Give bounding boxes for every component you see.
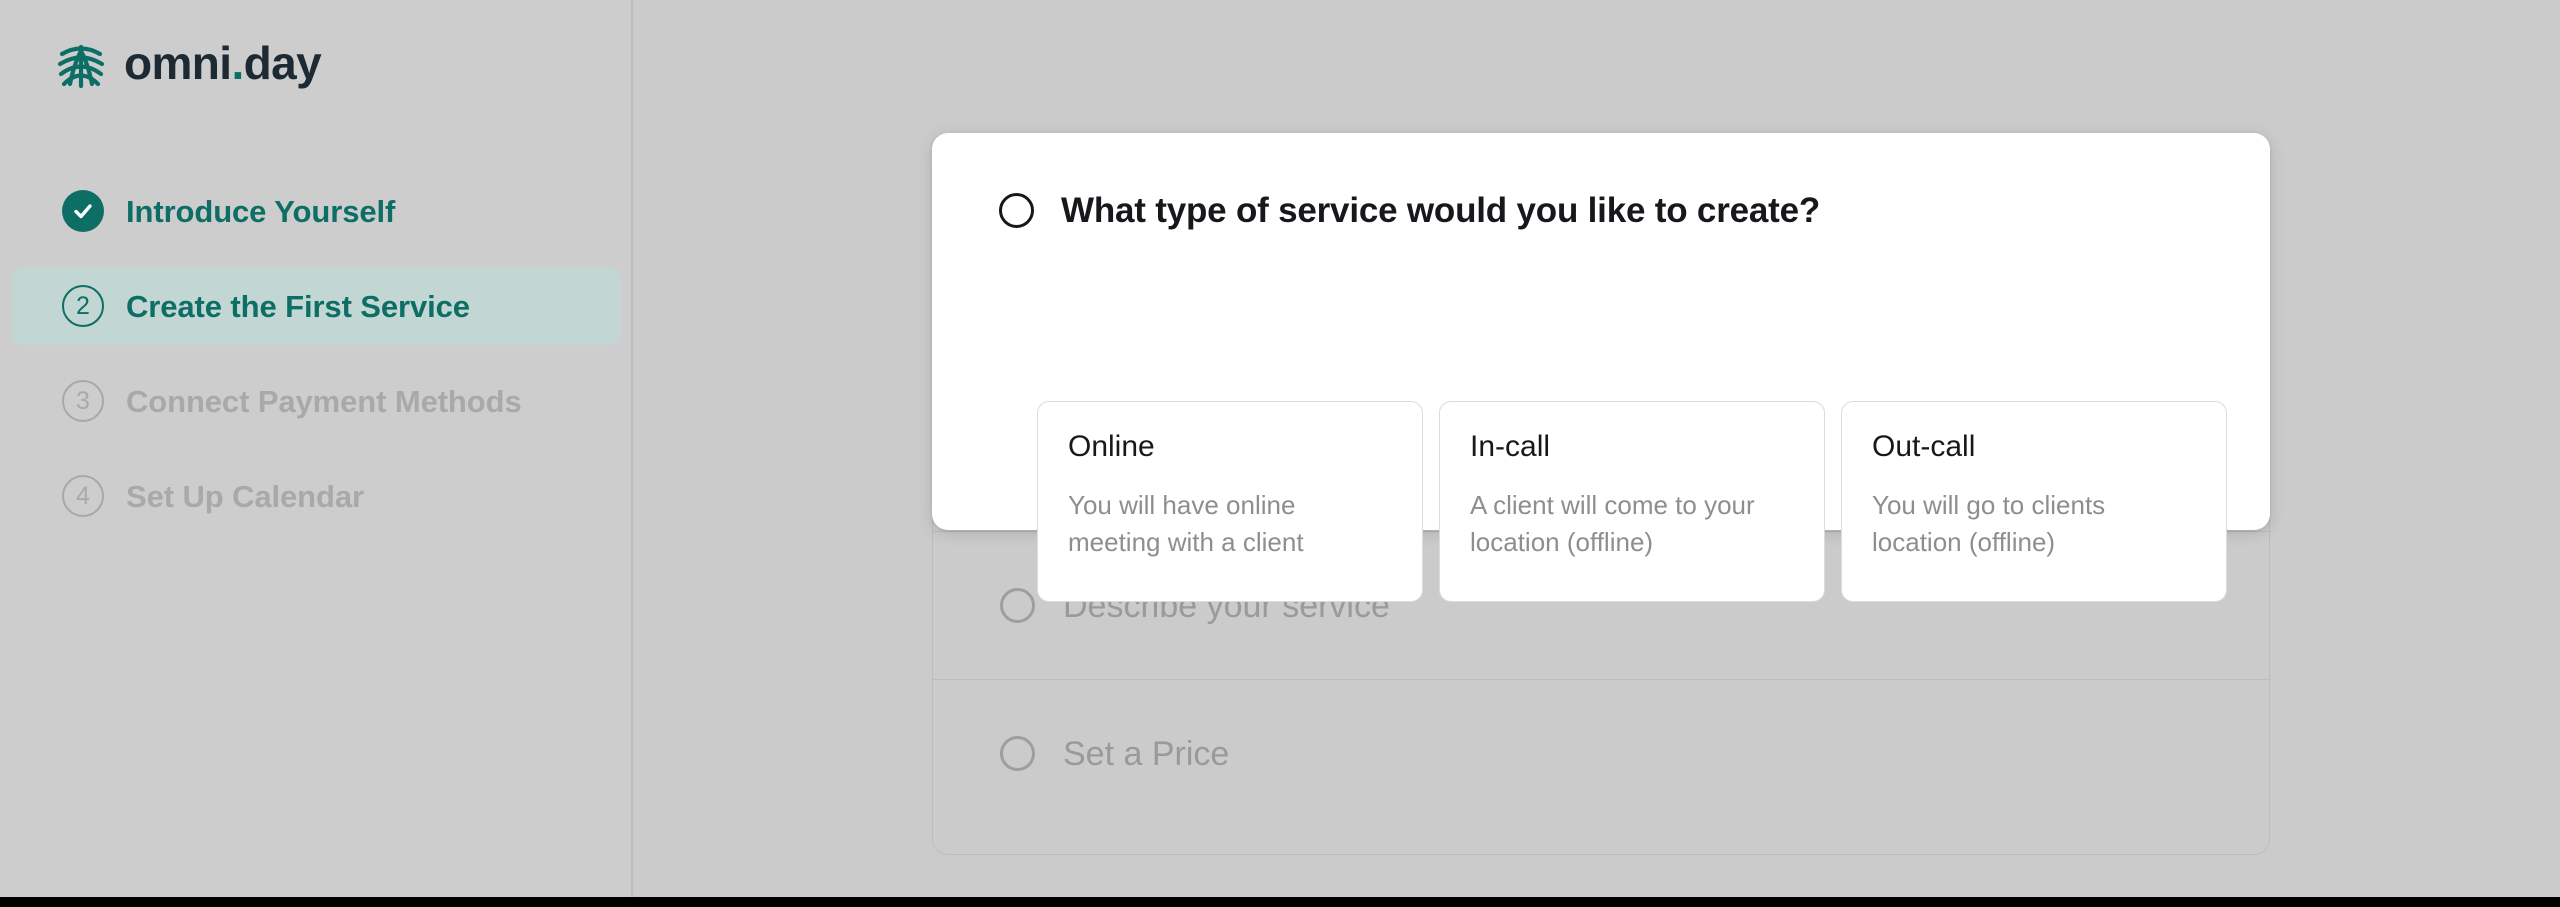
service-type-option-list: Online You will have online meeting with…: [1037, 401, 2227, 602]
sidebar: omni.day Introduce Yourself 2 Create the…: [0, 0, 633, 897]
service-type-option-in-call[interactable]: In-call A client will come to your locat…: [1439, 401, 1825, 602]
brand-logo[interactable]: omni.day: [52, 32, 322, 94]
sidebar-item-label: Connect Payment Methods: [126, 383, 522, 419]
brand-name-dot: .: [231, 37, 244, 89]
app-root: omni.day Introduce Yourself 2 Create the…: [0, 0, 2560, 907]
option-description: You will have online meeting with a clie…: [1068, 490, 1304, 557]
radio-unselected-icon[interactable]: [999, 193, 1034, 228]
accordion-section-set-a-price[interactable]: Set a Price: [933, 679, 2271, 827]
sidebar-item-label: Introduce Yourself: [126, 193, 396, 229]
brand-name-main: omni: [124, 37, 232, 89]
accordion-section-service-type-open: What type of service would you like to c…: [932, 133, 2270, 602]
option-title: In-call: [1470, 430, 1551, 463]
sidebar-item-label: Create the First Service: [126, 288, 470, 324]
bottom-bar: [0, 897, 2560, 907]
omni-fan-logo-icon: [57, 44, 105, 89]
radio-unselected-icon[interactable]: [1000, 736, 1035, 771]
service-type-question-header[interactable]: What type of service would you like to c…: [999, 193, 1820, 228]
brand-name-suffix: day: [243, 37, 322, 89]
step-number-badge: 2: [62, 285, 104, 327]
step-number-badge: 3: [62, 380, 104, 422]
option-title: Out-call: [1872, 430, 1976, 463]
option-title: Online: [1068, 430, 1155, 463]
page-title: What type of service would you like to c…: [1061, 191, 1821, 230]
option-description: A client will come to your location (off…: [1470, 490, 1755, 557]
radio-unselected-icon[interactable]: [1000, 588, 1035, 623]
service-type-option-out-call[interactable]: Out-call You will go to clients location…: [1841, 401, 2227, 602]
onboarding-step-list: Introduce Yourself 2 Create the First Se…: [0, 172, 633, 552]
option-description: You will go to clients location (offline…: [1872, 490, 2106, 557]
sidebar-item-label: Set Up Calendar: [126, 478, 364, 514]
brand-wordmark: omni.day: [124, 37, 322, 89]
accordion-section-title: Set a Price: [1063, 734, 1230, 773]
sidebar-item-set-up-calendar[interactable]: 4 Set Up Calendar: [12, 457, 621, 535]
step-check-icon: [62, 190, 104, 232]
sidebar-item-introduce-yourself[interactable]: Introduce Yourself: [12, 172, 621, 250]
sidebar-item-connect-payment-methods[interactable]: 3 Connect Payment Methods: [12, 362, 621, 440]
sidebar-item-create-the-first-service[interactable]: 2 Create the First Service: [12, 267, 621, 345]
service-type-option-online[interactable]: Online You will have online meeting with…: [1037, 401, 1423, 602]
main-content: Describe your service Set a Price What t…: [635, 0, 2560, 897]
step-number-badge: 4: [62, 475, 104, 517]
